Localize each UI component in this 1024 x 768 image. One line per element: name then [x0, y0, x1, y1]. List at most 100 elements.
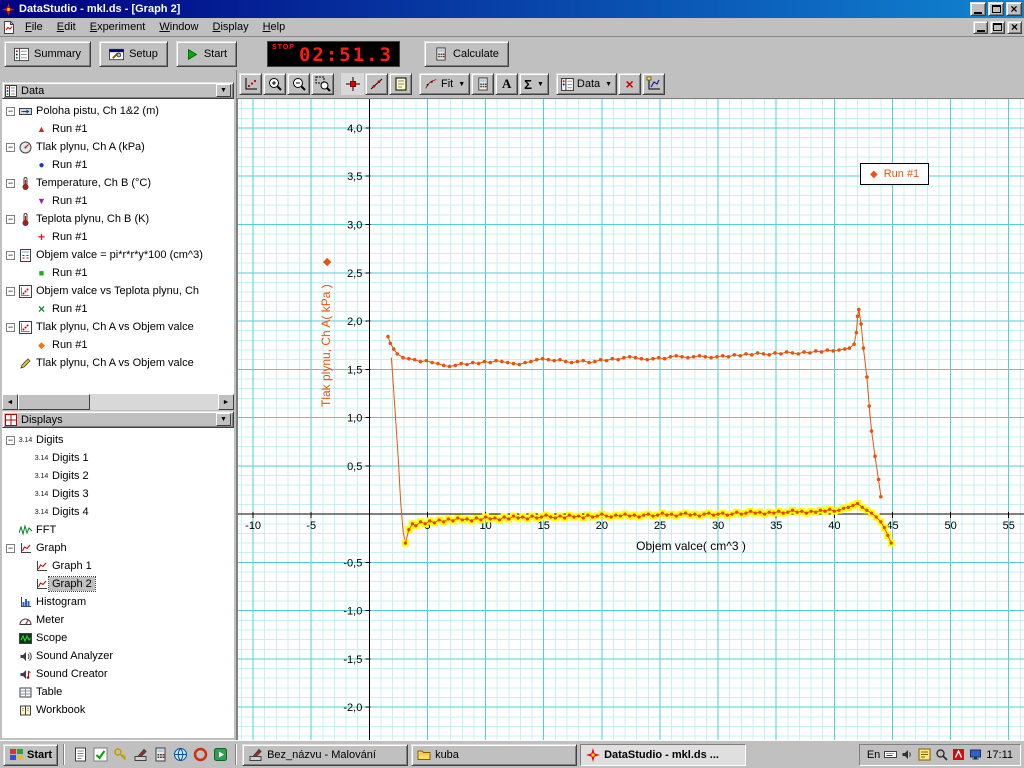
fit-dropdown-button[interactable]: Fit ▼ — [419, 73, 470, 95]
smart-tool-button[interactable] — [341, 73, 364, 95]
display-run-item[interactable]: 3.14Digits 2 — [2, 467, 234, 485]
display-run-item[interactable]: 3.14Digits 3 — [2, 485, 234, 503]
collapse-toggle[interactable]: − — [6, 215, 15, 224]
legend[interactable]: ◆ Run #1 — [860, 163, 929, 185]
quick-launch-keys-icon[interactable] — [110, 744, 130, 766]
menu-display[interactable]: Display — [206, 19, 256, 35]
start-menu-button[interactable]: Start — [3, 744, 58, 766]
scroll-right-button[interactable]: ► — [218, 394, 234, 410]
display-tree-item[interactable]: Sound Creator — [2, 665, 234, 683]
tray-volume-icon[interactable] — [901, 748, 914, 761]
zoom-out-button[interactable] — [287, 73, 310, 95]
collapse-toggle[interactable]: − — [6, 179, 15, 188]
tray-schedule-icon[interactable] — [918, 748, 931, 761]
delete-button[interactable]: × — [618, 73, 641, 95]
calculate-button[interactable]: Calculate — [424, 41, 509, 67]
quick-launch-browser-icon[interactable] — [190, 744, 210, 766]
data-tree-item[interactable]: Tlak plynu, Ch A vs Objem valce — [2, 354, 234, 372]
data-tree-hscrollbar[interactable]: ◄ ► — [2, 394, 234, 410]
child-restore-button[interactable] — [990, 21, 1005, 34]
scale-to-fit-button[interactable] — [239, 73, 262, 95]
display-tree-item[interactable]: Histogram — [2, 593, 234, 611]
child-close-button[interactable]: × — [1007, 21, 1022, 34]
display-run-item[interactable]: Graph 1 — [2, 557, 234, 575]
menu-experiment[interactable]: Experiment — [83, 19, 153, 35]
series-transition[interactable] — [391, 358, 405, 543]
data-run-item[interactable]: ▲Run #1 — [2, 120, 234, 138]
graph-canvas[interactable]: -10-55101520253035404550554,03,53,02,52,… — [238, 99, 1024, 740]
data-tree-item[interactable]: −Objem valce = pi*r*r*y*100 (cm^3) — [2, 246, 234, 264]
data-run-item[interactable]: ●Run #1 — [2, 156, 234, 174]
collapse-toggle[interactable]: − — [6, 544, 15, 553]
tray-keyboard-icon[interactable] — [884, 748, 897, 761]
text-tool-button[interactable]: A — [495, 73, 518, 95]
graph-settings-button[interactable] — [642, 73, 665, 95]
menu-help[interactable]: Help — [256, 19, 293, 35]
statistics-dropdown-button[interactable]: Σ ▼ — [519, 73, 549, 95]
display-tree-item[interactable]: Table — [2, 683, 234, 701]
quick-launch-globe-icon[interactable] — [170, 744, 190, 766]
data-tree-item[interactable]: −Tlak plynu, Ch A vs Objem valce — [2, 318, 234, 336]
display-tree-item[interactable]: Meter — [2, 611, 234, 629]
annotate-button[interactable] — [389, 73, 412, 95]
quick-launch-notepad-icon[interactable] — [70, 744, 90, 766]
menu-edit[interactable]: Edit — [50, 19, 83, 35]
displays-panel-header[interactable]: Displays ▼ — [2, 411, 234, 428]
quick-launch-paint-icon[interactable] — [130, 744, 150, 766]
data-tree-item[interactable]: −Teplota plynu, Ch B (K) — [2, 210, 234, 228]
collapse-toggle[interactable]: − — [6, 436, 15, 445]
display-run-item[interactable]: 3.14Digits 4 — [2, 503, 234, 521]
data-dropdown-button[interactable]: Data ▼ — [556, 73, 617, 95]
data-tree-item[interactable]: −Tlak plynu, Ch A (kPa) — [2, 138, 234, 156]
data-run-item[interactable]: +Run #1 — [2, 228, 234, 246]
displays-panel-dropdown-button[interactable]: ▼ — [216, 413, 231, 426]
data-tree-item[interactable]: −Temperature, Ch B (°C) — [2, 174, 234, 192]
display-tree-item[interactable]: Scope — [2, 629, 234, 647]
data-run-item[interactable]: ×Run #1 — [2, 300, 234, 318]
collapse-toggle[interactable]: − — [6, 251, 15, 260]
display-tree-item[interactable]: FFT — [2, 521, 234, 539]
display-tree-item[interactable]: Sound Analyzer — [2, 647, 234, 665]
quick-launch-check-icon[interactable] — [90, 744, 110, 766]
tray-magnifier-icon[interactable] — [935, 748, 948, 761]
series-pressure-trace[interactable] — [386, 308, 882, 499]
setup-button[interactable]: Setup — [99, 41, 168, 67]
data-tree-item[interactable]: −Poloha pistu, Ch 1&2 (m) — [2, 102, 234, 120]
close-button[interactable]: × — [1006, 2, 1022, 16]
menu-file[interactable]: File — [18, 19, 50, 35]
tray-antivirus-icon[interactable] — [952, 748, 965, 761]
data-tree-item[interactable]: −Objem valce vs Teplota plynu, Ch — [2, 282, 234, 300]
display-tree-item[interactable]: −3.14Digits — [2, 431, 234, 449]
maximize-button[interactable] — [988, 2, 1004, 16]
scroll-thumb[interactable] — [18, 394, 90, 410]
minimize-button[interactable] — [970, 2, 986, 16]
collapse-toggle[interactable]: − — [6, 287, 15, 296]
collapse-toggle[interactable]: − — [6, 323, 15, 332]
display-tree-item[interactable]: Workbook — [2, 701, 234, 719]
keyboard-layout-indicator[interactable]: En — [867, 749, 880, 761]
quick-launch-calculator-icon[interactable] — [150, 744, 170, 766]
data-panel-dropdown-button[interactable]: ▼ — [216, 84, 231, 97]
plot-area[interactable]: -10-55101520253035404550554,03,53,02,52,… — [237, 98, 1024, 740]
start-button[interactable]: Start — [176, 41, 237, 67]
menu-window[interactable]: Window — [152, 19, 205, 35]
zoom-in-button[interactable] — [263, 73, 286, 95]
summary-button[interactable]: Summary — [4, 41, 91, 67]
task-button[interactable]: kuba — [411, 744, 577, 766]
slope-tool-button[interactable] — [365, 73, 388, 95]
data-run-item[interactable]: ▼Run #1 — [2, 192, 234, 210]
scroll-track[interactable] — [90, 394, 218, 410]
task-button[interactable]: Bez_názvu - Malování — [242, 744, 408, 766]
data-run-item[interactable]: ■Run #1 — [2, 264, 234, 282]
display-run-item[interactable]: 3.14Digits 1 — [2, 449, 234, 467]
data-panel-header[interactable]: Data ▼ — [2, 82, 234, 99]
zoom-select-button[interactable] — [311, 73, 334, 95]
display-tree-item[interactable]: −Graph — [2, 539, 234, 557]
collapse-toggle[interactable]: − — [6, 107, 15, 116]
graph-calculate-button[interactable] — [471, 73, 494, 95]
data-run-item[interactable]: ◆Run #1 — [2, 336, 234, 354]
task-button[interactable]: DataStudio - mkl.ds ... — [580, 744, 746, 766]
scroll-left-button[interactable]: ◄ — [2, 394, 18, 410]
tray-monitor-icon[interactable] — [969, 748, 982, 761]
collapse-toggle[interactable]: − — [6, 143, 15, 152]
